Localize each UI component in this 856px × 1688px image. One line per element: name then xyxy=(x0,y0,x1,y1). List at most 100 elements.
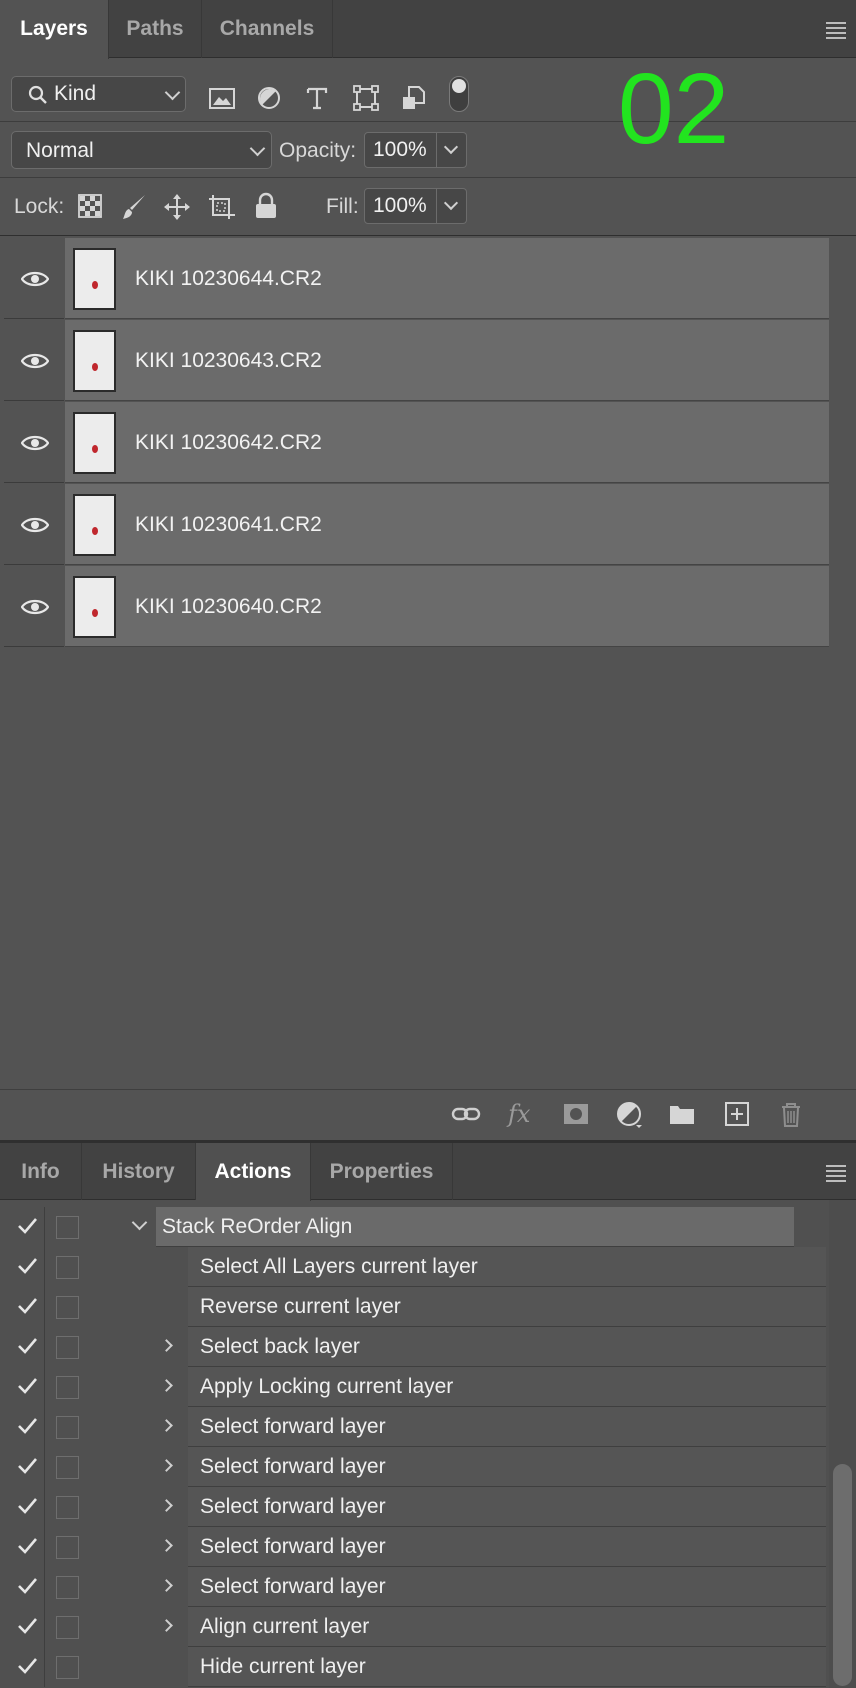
action-step-row[interactable]: Select back layer xyxy=(0,1327,828,1367)
action-step-row[interactable]: Select forward layer xyxy=(0,1407,828,1447)
chevron-right-icon[interactable] xyxy=(160,1459,173,1472)
dialog-toggle-box[interactable] xyxy=(56,1256,79,1279)
tab-paths[interactable]: Paths xyxy=(109,0,202,58)
checkmark-icon[interactable] xyxy=(16,1375,38,1397)
panel-menu-icon[interactable] xyxy=(826,1165,846,1185)
new-group-icon[interactable] xyxy=(667,1099,697,1129)
action-step-row[interactable]: Select All Layers current layer xyxy=(0,1247,828,1287)
dialog-toggle-box[interactable] xyxy=(56,1376,79,1399)
new-layer-icon[interactable] xyxy=(722,1099,752,1129)
dialog-toggle-box[interactable] xyxy=(56,1656,79,1679)
dialog-toggle-box[interactable] xyxy=(56,1456,79,1479)
fill-dropdown[interactable] xyxy=(437,188,467,224)
chevron-down-icon[interactable] xyxy=(131,1214,148,1231)
checkmark-icon[interactable] xyxy=(16,1535,38,1557)
layer-main[interactable]: KIKI 10230643.CR2 xyxy=(65,320,829,401)
lock-image-pixels-icon[interactable] xyxy=(120,193,148,221)
dialog-toggle-box[interactable] xyxy=(56,1336,79,1359)
add-mask-icon[interactable] xyxy=(561,1099,591,1129)
visibility-toggle[interactable] xyxy=(4,402,64,483)
eye-icon[interactable] xyxy=(21,434,49,452)
layer-main[interactable]: KIKI 10230640.CR2 xyxy=(65,566,829,647)
opacity-dropdown[interactable] xyxy=(437,132,467,168)
lock-all-icon[interactable] xyxy=(254,192,278,220)
action-step-row[interactable]: Select forward layer xyxy=(0,1487,828,1527)
layer-main[interactable]: KIKI 10230642.CR2 xyxy=(65,402,829,483)
filter-toggle[interactable] xyxy=(449,76,469,112)
blend-mode-select[interactable]: Normal xyxy=(11,131,272,169)
checkmark-icon[interactable] xyxy=(16,1335,38,1357)
lock-transparent-pixels-icon[interactable] xyxy=(78,194,102,218)
checkmark-icon[interactable] xyxy=(16,1495,38,1517)
layer-row[interactable]: KIKI 10230640.CR2 xyxy=(4,566,829,647)
checkmark-icon[interactable] xyxy=(16,1655,38,1677)
dialog-toggle-box[interactable] xyxy=(56,1216,79,1239)
dialog-toggle-box[interactable] xyxy=(56,1576,79,1599)
fx-icon[interactable]: fx xyxy=(508,1099,538,1129)
checkmark-icon[interactable] xyxy=(16,1575,38,1597)
action-set-row[interactable]: Stack ReOrder Align xyxy=(0,1207,828,1247)
link-layers-icon[interactable] xyxy=(451,1099,481,1129)
action-step-row[interactable]: Select forward layer xyxy=(0,1527,828,1567)
chevron-right-icon[interactable] xyxy=(160,1579,173,1592)
ladybug-shape xyxy=(92,445,98,453)
tab-info[interactable]: Info xyxy=(0,1143,82,1200)
action-step-row[interactable]: Reverse current layer xyxy=(0,1287,828,1327)
action-step-row[interactable]: Align current layer xyxy=(0,1607,828,1647)
filter-kind-select[interactable]: Kind xyxy=(11,76,186,112)
chevron-right-icon[interactable] xyxy=(160,1619,173,1632)
action-step-row[interactable]: Select forward layer xyxy=(0,1567,828,1607)
action-step-row[interactable]: Hide current layer xyxy=(0,1647,828,1687)
checkmark-icon[interactable] xyxy=(16,1295,38,1317)
checkmark-icon[interactable] xyxy=(16,1615,38,1637)
checkmark-icon[interactable] xyxy=(16,1455,38,1477)
eye-icon[interactable] xyxy=(21,352,49,370)
checkmark-icon[interactable] xyxy=(16,1255,38,1277)
lock-position-icon[interactable] xyxy=(163,193,191,221)
visibility-toggle[interactable] xyxy=(4,238,64,319)
eye-icon[interactable] xyxy=(21,270,49,288)
dialog-toggle-box[interactable] xyxy=(56,1496,79,1519)
opacity-input[interactable]: 100% xyxy=(364,132,437,168)
action-step-row[interactable]: Select forward layer xyxy=(0,1447,828,1487)
type-filter-icon[interactable] xyxy=(301,82,333,114)
visibility-toggle[interactable] xyxy=(4,566,64,647)
image-filter-icon[interactable] xyxy=(206,82,238,114)
chevron-right-icon[interactable] xyxy=(160,1339,173,1352)
checkmark-icon[interactable] xyxy=(16,1215,38,1237)
visibility-toggle[interactable] xyxy=(4,484,64,565)
chevron-right-icon[interactable] xyxy=(160,1499,173,1512)
fill-input[interactable]: 100% xyxy=(364,188,437,224)
panel-menu-icon[interactable] xyxy=(826,22,846,42)
layer-row[interactable]: KIKI 10230642.CR2 xyxy=(4,402,829,483)
tab-actions[interactable]: Actions xyxy=(196,1143,311,1201)
dialog-toggle-box[interactable] xyxy=(56,1616,79,1639)
tab-channels[interactable]: Channels xyxy=(202,0,333,58)
layer-row[interactable]: KIKI 10230644.CR2 xyxy=(4,238,829,319)
adjustment-filter-icon[interactable] xyxy=(253,82,285,114)
tab-history[interactable]: History xyxy=(82,1143,196,1200)
tab-properties[interactable]: Properties xyxy=(311,1143,453,1200)
shape-filter-icon[interactable] xyxy=(350,82,382,114)
eye-icon[interactable] xyxy=(21,516,49,534)
smart-object-filter-icon[interactable] xyxy=(398,82,430,114)
actions-scroll-thumb[interactable] xyxy=(833,1464,852,1686)
dialog-toggle-box[interactable] xyxy=(56,1536,79,1559)
visibility-toggle[interactable] xyxy=(4,320,64,401)
tab-layers[interactable]: Layers xyxy=(0,0,109,59)
dialog-toggle-box[interactable] xyxy=(56,1416,79,1439)
chevron-right-icon[interactable] xyxy=(160,1539,173,1552)
chevron-right-icon[interactable] xyxy=(160,1379,173,1392)
lock-artboard-icon[interactable] xyxy=(207,193,237,221)
dialog-toggle-box[interactable] xyxy=(56,1296,79,1319)
checkmark-icon[interactable] xyxy=(16,1415,38,1437)
action-step-row[interactable]: Apply Locking current layer xyxy=(0,1367,828,1407)
adjustment-layer-icon[interactable] xyxy=(614,1099,644,1129)
delete-layer-icon[interactable] xyxy=(776,1099,806,1129)
layer-row[interactable]: KIKI 10230643.CR2 xyxy=(4,320,829,401)
eye-icon[interactable] xyxy=(21,598,49,616)
layer-row[interactable]: KIKI 10230641.CR2 xyxy=(4,484,829,565)
layer-main[interactable]: KIKI 10230641.CR2 xyxy=(65,484,829,565)
chevron-right-icon[interactable] xyxy=(160,1419,173,1432)
layer-main[interactable]: KIKI 10230644.CR2 xyxy=(65,238,829,319)
